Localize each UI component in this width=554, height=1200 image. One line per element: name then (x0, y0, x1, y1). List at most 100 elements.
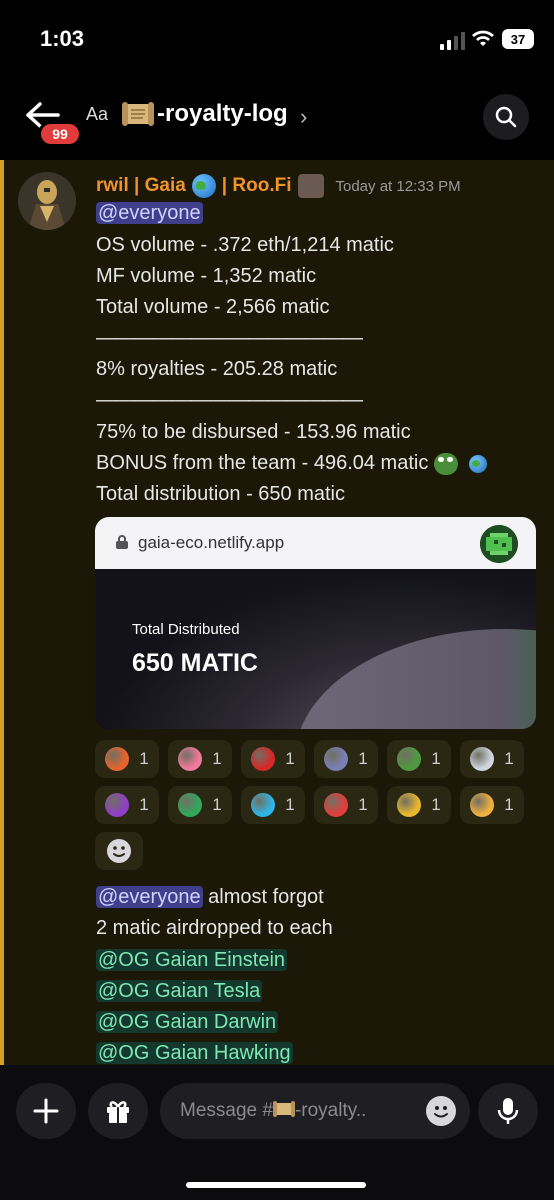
message-feed[interactable]: rwil | Gaia | Roo.Fi Today at 12:33 PM @… (0, 160, 554, 1065)
message-line: BONUS from the team - 496.04 matic (96, 452, 488, 475)
chevron-right-icon[interactable]: › (300, 104, 307, 130)
globe-icon (191, 174, 216, 198)
reaction-count: 1 (212, 749, 222, 768)
reaction-pepe-frog[interactable]: 1 (387, 740, 451, 778)
mention-highlight-bar (0, 160, 4, 1065)
divider-line: —————————————— (96, 389, 363, 411)
damn-pepe-icon (470, 747, 495, 771)
message-composer: Message # -royalty.. (0, 1065, 554, 1200)
role-mention[interactable]: @OG Gaian Hawking (96, 1042, 293, 1064)
reaction-count: 1 (504, 795, 514, 814)
role-mention-line: @OG Gaian Einstein (96, 949, 288, 972)
reaction-blue-fire[interactable]: 1 (241, 786, 305, 824)
earth-icon (469, 454, 488, 473)
text-channel-icon: Aa (86, 104, 109, 124)
message-line: Total distribution - 650 matic (96, 483, 346, 505)
message-line: MF volume - 1,352 matic (96, 265, 317, 287)
reaction-money-bag[interactable]: 1 (387, 786, 451, 824)
role-mention-line: @OG Gaian Tesla (96, 980, 263, 1003)
smiley-icon (434, 1106, 448, 1118)
reaction-purple-orb[interactable]: 1 (95, 786, 159, 824)
lock-icon (116, 535, 128, 549)
message-line: @everyone almost forgot (96, 886, 324, 909)
placeholder-suffix: -royalty.. (294, 1100, 367, 1121)
reaction-damn-pepe[interactable]: 1 (460, 740, 524, 778)
everyone-mention[interactable]: @everyone (96, 202, 203, 224)
plus-icon (33, 1098, 59, 1124)
unread-badge: 99 (38, 121, 82, 147)
voice-message-button[interactable] (478, 1083, 538, 1139)
message-input[interactable]: Message # -royalty.. (160, 1083, 470, 1139)
channel-header: 99 Aa -royalty-log › (0, 80, 554, 160)
reaction-count: 1 (431, 749, 441, 768)
message-line: @everyone (96, 202, 203, 225)
add-attachment-button[interactable] (16, 1083, 76, 1139)
channel-title[interactable]: -royalty-log (157, 100, 288, 128)
cellular-signal-icon (440, 30, 465, 50)
home-indicator[interactable] (186, 1182, 366, 1188)
reaction-pepe-thumb[interactable]: 1 (168, 740, 232, 778)
site-favicon-icon (480, 525, 518, 563)
add-reaction-icon (107, 839, 131, 863)
reaction-count: 1 (504, 749, 514, 768)
fire-heart-icon (105, 747, 130, 771)
embed-preview-image: Total Distributed 650 MATIC (95, 569, 536, 729)
reaction-fire-heart[interactable]: 1 (95, 740, 159, 778)
reaction-green-orb[interactable]: 1 (168, 786, 232, 824)
message-input-placeholder: Message # -royalty.. (180, 1100, 366, 1122)
message-line: 2 matic airdropped to each (96, 917, 333, 939)
role-mention[interactable]: @OG Gaian Einstein (96, 949, 288, 971)
everyone-mention[interactable]: @everyone (96, 886, 203, 908)
search-button[interactable] (483, 94, 529, 140)
battery-indicator: 37 (502, 29, 534, 49)
message-line: Total volume - 2,566 matic (96, 296, 330, 318)
emoji-picker-button[interactable] (426, 1096, 456, 1126)
message-text: almost forgot (202, 886, 324, 908)
message-line: 75% to be disbursed - 153.96 matic (96, 421, 411, 443)
pepe-frog-icon (397, 747, 422, 771)
message-line: OS volume - .372 eth/1,214 matic (96, 234, 394, 256)
embed-url[interactable]: gaia-eco.netlify.app (138, 533, 284, 553)
scroll-icon (272, 1101, 295, 1117)
reaction-bar: 1 1 1 1 1 1 1 1 1 1 1 1 (95, 740, 535, 870)
role-mention-line: @OG Gaian Darwin (96, 1011, 279, 1034)
embed-value: 650 MATIC (132, 649, 258, 677)
blue-fire-icon (251, 793, 276, 817)
message-header: rwil | Gaia | Roo.Fi Today at 12:33 PM (96, 174, 461, 198)
avatar[interactable] (18, 172, 76, 230)
handshake-icon (470, 793, 495, 817)
search-icon (495, 106, 517, 128)
role-mention-line: @OG Gaian Hawking (96, 1042, 293, 1065)
microphone-icon (497, 1098, 519, 1124)
reaction-count: 1 (285, 795, 295, 814)
reaction-handshake[interactable]: 1 (460, 786, 524, 824)
message-line-text: BONUS from the team - 496.04 matic (96, 452, 429, 474)
message-line: 8% royalties - 205.28 matic (96, 358, 338, 380)
green-orb-icon (178, 793, 203, 817)
divider-line: —————————————— (96, 327, 363, 349)
gift-button[interactable] (88, 1083, 148, 1139)
role-mention[interactable]: @OG Gaian Tesla (96, 980, 263, 1002)
add-reaction-button[interactable] (95, 832, 143, 870)
reaction-count: 1 (139, 795, 149, 814)
reaction-count: 1 (285, 749, 295, 768)
wifi-icon (472, 30, 494, 46)
money-bag-icon (397, 793, 422, 817)
author-name-suffix[interactable]: | Roo.Fi (222, 175, 292, 197)
link-embed[interactable]: gaia-eco.netlify.app Total Distributed 6… (95, 517, 536, 729)
reaction-count: 1 (139, 749, 149, 768)
embed-url-bar: gaia-eco.netlify.app (95, 517, 536, 569)
black-heart-icon (324, 747, 349, 771)
reaction-black-heart[interactable]: 1 (314, 740, 378, 778)
author-name[interactable]: rwil | Gaia (96, 175, 186, 197)
reaction-hundred[interactable]: 1 (314, 786, 378, 824)
gift-icon (107, 1101, 129, 1123)
purple-orb-icon (105, 793, 130, 817)
red-swirl-icon (251, 747, 276, 771)
scroll-icon (122, 102, 154, 126)
pepe-frog-icon (433, 452, 458, 475)
reaction-red-swirl[interactable]: 1 (241, 740, 305, 778)
role-mention[interactable]: @OG Gaian Darwin (96, 1011, 279, 1033)
planet-image (295, 629, 536, 729)
reaction-count: 1 (431, 795, 441, 814)
